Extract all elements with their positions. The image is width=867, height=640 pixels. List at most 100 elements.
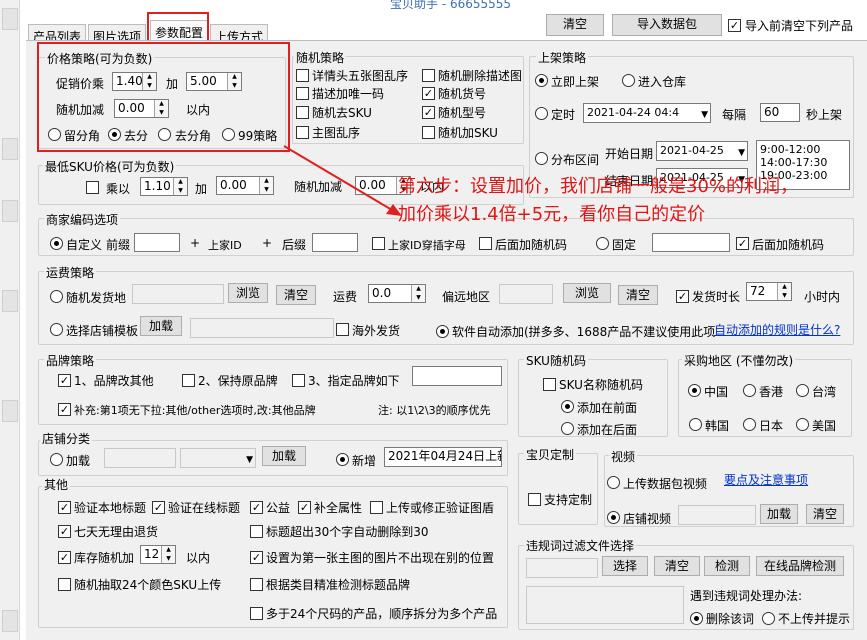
side-button[interactable] (2, 610, 18, 632)
video-upload-radio[interactable] (607, 476, 620, 489)
code-append-random2-checkbox[interactable]: ✓ (736, 237, 749, 250)
list-timed-radio[interactable] (535, 107, 548, 120)
timed-datetime-picker[interactable]: 2021-04-24 04:4 ▼ (583, 103, 711, 123)
list-range-radio[interactable] (535, 152, 548, 165)
brand-opt2-checkbox[interactable] (182, 374, 195, 387)
region-kr-radio[interactable] (689, 418, 702, 431)
violation-brand-check-button[interactable]: 在线品牌检测 (756, 556, 844, 576)
category-dropdown[interactable]: ▼ (180, 448, 256, 468)
region-tw-radio[interactable] (796, 384, 809, 397)
sku-front-radio[interactable] (561, 400, 574, 413)
code-item-id-label: 上家ID (208, 239, 242, 252)
region-hk-radio[interactable] (743, 384, 756, 397)
list-immediate-radio[interactable] (535, 74, 548, 87)
code-id-pinyin-checkbox[interactable] (372, 237, 385, 250)
violation-clear-button[interactable]: 清空 (654, 556, 700, 576)
region-jp-radio[interactable] (743, 418, 756, 431)
remote-clear-button[interactable]: 清空 (618, 285, 658, 305)
category-new-input[interactable]: 2021年04月24日上新 (384, 447, 502, 467)
code-append-random-checkbox[interactable] (479, 237, 492, 250)
category-new-radio[interactable] (336, 453, 349, 466)
min-sku-add-input[interactable]: 0.00 ▲ ▼ (216, 176, 274, 195)
top-clear-button[interactable]: 清空 (546, 14, 604, 36)
category-load-radio[interactable] (50, 453, 63, 466)
interval-input[interactable]: 60 (760, 103, 800, 122)
ship-template-load-button[interactable]: 加载 (140, 316, 182, 336)
other-7day-return-checkbox[interactable]: ✓ (58, 525, 71, 538)
overseas-checkbox[interactable] (336, 323, 349, 336)
other-stock-random-checkbox[interactable]: ✓ (58, 551, 71, 564)
ship-origin-input[interactable] (132, 284, 224, 304)
side-button[interactable] (2, 8, 18, 30)
random-opt-checkbox[interactable] (296, 87, 309, 100)
stock-random-input[interactable]: 12 ▲ ▼ (140, 545, 176, 564)
auto-add-radio[interactable] (436, 325, 449, 338)
category-load-button[interactable]: 加载 (262, 446, 306, 466)
list-warehouse-radio[interactable] (622, 74, 635, 87)
violation-delete-radio[interactable] (690, 612, 703, 625)
other-verify-online-checkbox[interactable]: ✓ (152, 501, 165, 514)
random-opt-checkbox[interactable] (422, 69, 435, 82)
violation-words-textarea[interactable] (526, 586, 684, 624)
side-button[interactable] (2, 290, 18, 312)
category-input[interactable] (104, 448, 176, 468)
freight-input[interactable]: 0.0 ▲ ▼ (368, 284, 426, 303)
video-load-button[interactable]: 加载 (760, 504, 798, 524)
other-charity-checkbox[interactable]: ✓ (250, 501, 263, 514)
code-fixed-input[interactable] (652, 233, 730, 252)
auto-rules-link[interactable]: 自动添加的规则是什么? (714, 321, 840, 338)
other-complete-attr-checkbox[interactable]: ✓ (298, 501, 311, 514)
ship-random-origin-radio[interactable] (50, 290, 63, 303)
other-first-image-checkbox[interactable]: ✓ (250, 551, 263, 564)
side-button[interactable] (2, 200, 18, 222)
video-clear-button[interactable]: 清空 (806, 504, 844, 524)
brand-note-checkbox[interactable]: ✓ (58, 403, 71, 416)
brand-opt1-checkbox[interactable]: ✓ (58, 374, 71, 387)
video-notes-link[interactable]: 要点及注意事项 (724, 471, 808, 488)
violation-choose-button[interactable]: 选择 (602, 556, 648, 576)
other-upload-shield-checkbox[interactable] (370, 501, 383, 514)
region-china-radio[interactable] (688, 384, 701, 397)
sku-back-radio[interactable] (561, 422, 574, 435)
other-title-trim-checkbox[interactable] (250, 525, 263, 538)
random-opt-checkbox[interactable]: ✓ (422, 87, 435, 100)
code-custom-radio[interactable] (50, 237, 63, 250)
brand-opt3-checkbox[interactable] (292, 374, 305, 387)
ship-template-radio[interactable] (50, 323, 63, 336)
video-shop-radio[interactable] (607, 511, 620, 524)
brand-specify-input[interactable] (412, 366, 502, 386)
code-suffix-input[interactable] (312, 233, 358, 252)
support-custom-checkbox[interactable] (528, 493, 541, 506)
import-data-button[interactable]: 导入数据包 (612, 14, 722, 36)
ship-browse-button[interactable]: 浏览 (228, 283, 268, 303)
other-brand-detect-checkbox[interactable] (250, 578, 263, 591)
code-prefix-input[interactable] (134, 233, 180, 252)
random-opt-checkbox[interactable] (296, 126, 309, 139)
ship-template-input[interactable] (190, 318, 334, 338)
side-button[interactable] (2, 138, 18, 160)
other-verify-local-checkbox[interactable]: ✓ (58, 501, 71, 514)
min-sku-multiply-input[interactable]: 1.10 ▲ ▼ (140, 177, 188, 196)
other-split-size-checkbox[interactable] (250, 607, 263, 620)
violation-file-input[interactable] (526, 558, 598, 578)
remote-browse-button[interactable]: 浏览 (563, 283, 611, 303)
random-opt-checkbox[interactable] (422, 126, 435, 139)
remote-area-input[interactable] (499, 284, 553, 304)
random-opt-checkbox[interactable] (296, 106, 309, 119)
ship-time-checkbox[interactable]: ✓ (676, 290, 689, 303)
side-button[interactable] (2, 400, 18, 422)
violation-detect-button[interactable]: 检测 (704, 556, 750, 576)
violation-skip-radio[interactable] (762, 612, 775, 625)
sku-name-random-checkbox[interactable] (543, 378, 556, 391)
random-opt-checkbox[interactable] (296, 69, 309, 82)
region-us-radio[interactable] (796, 418, 809, 431)
video-shop-input[interactable] (678, 505, 756, 525)
other-24-color-checkbox[interactable] (58, 578, 71, 591)
start-date-picker[interactable]: 2021-04-25 ▼ (656, 141, 748, 161)
min-sku-multiply-checkbox[interactable] (86, 181, 99, 194)
ship-clear-button[interactable]: 清空 (276, 285, 316, 305)
random-opt-checkbox[interactable]: ✓ (422, 106, 435, 119)
clear-before-import-checkbox[interactable]: ✓ (728, 19, 741, 32)
ship-time-input[interactable]: 72 ▲ ▼ (746, 282, 792, 301)
code-fixed-radio[interactable] (596, 237, 609, 250)
